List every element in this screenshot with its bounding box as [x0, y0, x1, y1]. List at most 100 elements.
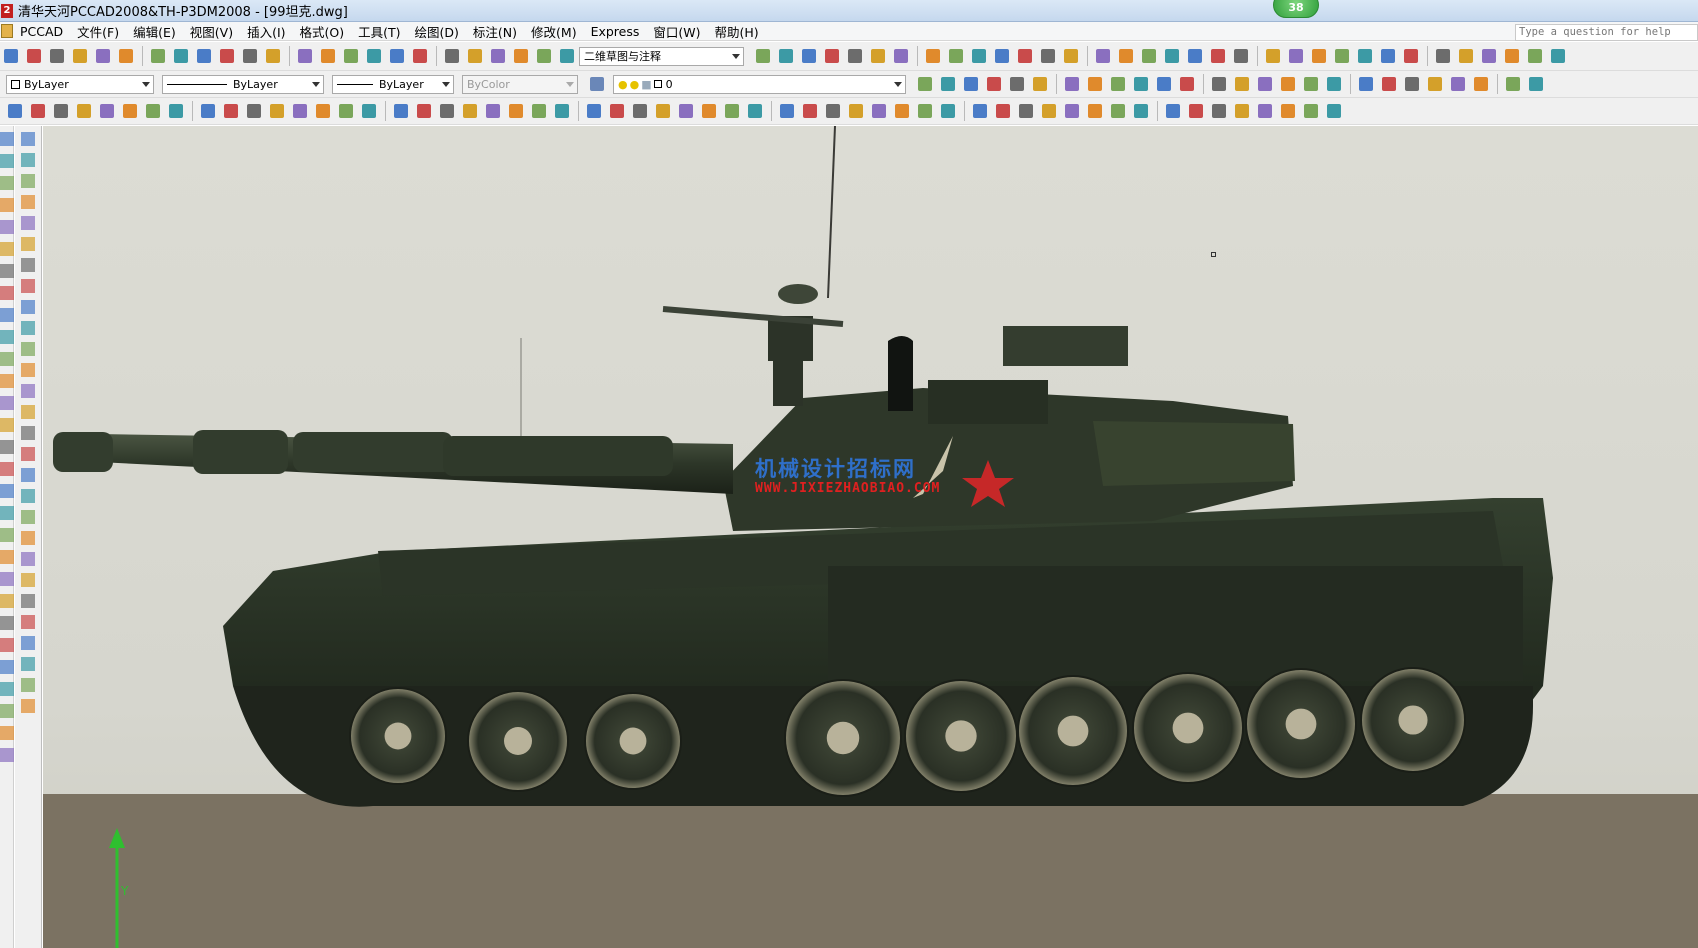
pccad-tool-3[interactable] [21, 174, 35, 188]
standard-tool-button-17[interactable] [386, 46, 407, 67]
pccad-tool-button-24[interactable] [551, 101, 572, 122]
properties-tool-button-13[interactable] [1208, 74, 1229, 95]
standard-tool-right-button-25[interactable] [1331, 46, 1352, 67]
standard-tool-right-button-4[interactable] [821, 46, 842, 67]
draw-tool-8[interactable] [0, 286, 14, 300]
standard-tool-button-1[interactable] [0, 46, 21, 67]
pccad-tool-1[interactable] [21, 132, 35, 146]
linetype-dropdown[interactable]: ByLayer [162, 74, 324, 94]
properties-tool-button-21[interactable] [1401, 74, 1422, 95]
pccad-tool-button-6[interactable] [119, 101, 140, 122]
pccad-tool-button-39[interactable] [914, 101, 935, 122]
pccad-tool-button-9[interactable] [197, 101, 218, 122]
menu-format[interactable]: 格式(O) [293, 22, 352, 41]
draw-tool-17[interactable] [0, 484, 14, 498]
pccad-tool-button-31[interactable] [721, 101, 742, 122]
standard-tool-right-button-27[interactable] [1377, 46, 1398, 67]
draw-tool-20[interactable] [0, 550, 14, 564]
pccad-tool-button-4[interactable] [73, 101, 94, 122]
standard-tool-right-button-6[interactable] [867, 46, 888, 67]
pccad-tool-26[interactable] [21, 657, 35, 671]
properties-tool-button-9[interactable] [1107, 74, 1128, 95]
standard-tool-right-button-19[interactable] [1184, 46, 1205, 67]
draw-tool-23[interactable] [0, 616, 14, 630]
pccad-tool-button-18[interactable] [413, 101, 434, 122]
pccad-tool-button-20[interactable] [459, 101, 480, 122]
standard-tool-right-button-23[interactable] [1285, 46, 1306, 67]
pccad-tool-button-38[interactable] [891, 101, 912, 122]
standard-tool-right-button-28[interactable] [1400, 46, 1421, 67]
standard-tool-button-10[interactable] [216, 46, 237, 67]
pccad-tool-8[interactable] [21, 279, 35, 293]
draw-tool-25[interactable] [0, 660, 14, 674]
pccad-tool-button-41[interactable] [969, 101, 990, 122]
properties-tool-button-10[interactable] [1130, 74, 1151, 95]
properties-tool-button-14[interactable] [1231, 74, 1252, 95]
layer-manager-button[interactable] [586, 74, 607, 95]
properties-tool-button-22[interactable] [1424, 74, 1445, 95]
draw-tool-26[interactable] [0, 682, 14, 696]
properties-tool-button-25[interactable] [1502, 74, 1523, 95]
pccad-tool-button-13[interactable] [289, 101, 310, 122]
standard-tool-button-20[interactable] [464, 46, 485, 67]
standard-tool-right-button-29[interactable] [1432, 46, 1453, 67]
standard-tool-right-button-15[interactable] [1092, 46, 1113, 67]
properties-tool-button-8[interactable] [1084, 74, 1105, 95]
pccad-tool-button-45[interactable] [1061, 101, 1082, 122]
pccad-tool-11[interactable] [21, 342, 35, 356]
standard-tool-button-6[interactable] [115, 46, 136, 67]
properties-tool-button-1[interactable] [914, 74, 935, 95]
standard-tool-button-7[interactable] [147, 46, 168, 67]
menu-express[interactable]: Express [584, 24, 647, 39]
menu-edit[interactable]: 编辑(E) [126, 22, 183, 41]
standard-tool-right-button-17[interactable] [1138, 46, 1159, 67]
properties-tool-button-20[interactable] [1378, 74, 1399, 95]
pccad-tool-button-37[interactable] [868, 101, 889, 122]
pccad-tool-9[interactable] [21, 300, 35, 314]
standard-tool-right-button-5[interactable] [844, 46, 865, 67]
menu-pccad[interactable]: PCCAD [13, 24, 70, 39]
pccad-tool-25[interactable] [21, 636, 35, 650]
standard-tool-right-button-24[interactable] [1308, 46, 1329, 67]
standard-tool-right-button-11[interactable] [991, 46, 1012, 67]
draw-tool-18[interactable] [0, 506, 14, 520]
properties-tool-button-6[interactable] [1029, 74, 1050, 95]
pccad-tool-button-15[interactable] [335, 101, 356, 122]
standard-tool-right-button-31[interactable] [1478, 46, 1499, 67]
pccad-tool-button-28[interactable] [652, 101, 673, 122]
pccad-tool-button-26[interactable] [606, 101, 627, 122]
draw-tool-15[interactable] [0, 440, 14, 454]
pccad-tool-button-36[interactable] [845, 101, 866, 122]
standard-tool-button-21[interactable] [487, 46, 508, 67]
menu-help[interactable]: 帮助(H) [708, 22, 766, 41]
pccad-tool-28[interactable] [21, 699, 35, 713]
menu-modify[interactable]: 修改(M) [524, 22, 584, 41]
draw-tool-12[interactable] [0, 374, 14, 388]
menu-insert[interactable]: 插入(I) [240, 22, 292, 41]
draw-tool-29[interactable] [0, 748, 14, 762]
pccad-tool-button-2[interactable] [27, 101, 48, 122]
draw-tool-24[interactable] [0, 638, 14, 652]
pccad-tool-button-34[interactable] [799, 101, 820, 122]
standard-tool-right-button-30[interactable] [1455, 46, 1476, 67]
standard-tool-right-button-10[interactable] [968, 46, 989, 67]
properties-tool-button-2[interactable] [937, 74, 958, 95]
properties-tool-button-19[interactable] [1355, 74, 1376, 95]
standard-tool-button-12[interactable] [262, 46, 283, 67]
standard-tool-right-button-20[interactable] [1207, 46, 1228, 67]
standard-tool-right-button-34[interactable] [1547, 46, 1568, 67]
pccad-tool-21[interactable] [21, 552, 35, 566]
pccad-tool-23[interactable] [21, 594, 35, 608]
menu-file[interactable]: 文件(F) [70, 22, 126, 41]
pccad-tool-button-3[interactable] [50, 101, 71, 122]
standard-tool-right-button-2[interactable] [775, 46, 796, 67]
standard-tool-right-button-26[interactable] [1354, 46, 1375, 67]
properties-tool-button-26[interactable] [1525, 74, 1546, 95]
draw-tool-3[interactable] [0, 176, 14, 190]
draw-tool-2[interactable] [0, 154, 14, 168]
pccad-tool-13[interactable] [21, 384, 35, 398]
standard-tool-right-button-22[interactable] [1262, 46, 1283, 67]
properties-tool-button-4[interactable] [983, 74, 1004, 95]
draw-tool-5[interactable] [0, 220, 14, 234]
standard-tool-button-22[interactable] [510, 46, 531, 67]
